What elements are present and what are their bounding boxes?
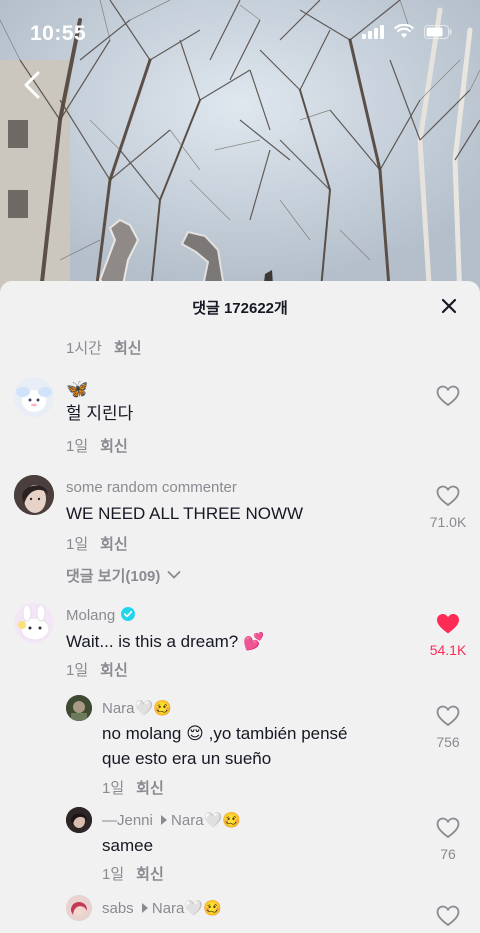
reply-username: sabs — [102, 900, 134, 917]
comment-meta: 1일 회신 — [66, 435, 128, 456]
like-button[interactable] — [418, 905, 478, 932]
comment-meta: 1일 회신 — [66, 533, 128, 554]
reply-text: no molang 😌 ,yo también pensé que esto e… — [102, 721, 402, 771]
comment-age: 1일 — [66, 438, 89, 455]
comment-text: Wait... is this a dream? — [66, 632, 239, 651]
avatar[interactable] — [66, 807, 92, 833]
like-count: 54.1K — [429, 642, 467, 658]
reply-item: Nara🤍🥴 no molang 😌 ,yo también pensé que… — [0, 695, 480, 805]
comment-username-row[interactable]: Molang — [66, 607, 136, 624]
reply-button[interactable]: 회신 — [136, 780, 164, 797]
avatar[interactable] — [66, 895, 92, 921]
comment-age: 1일 — [66, 536, 89, 553]
view-replies-button[interactable]: 댓글 보기(109) — [66, 565, 181, 586]
reply-username-row[interactable]: Nara🤍🥴 — [102, 699, 172, 717]
avatar-image — [66, 895, 92, 921]
reply-text-part: ,yo también pensé — [208, 724, 348, 743]
verified-badge-icon — [121, 607, 136, 621]
reply-username: Nara — [102, 700, 135, 717]
avatar-image — [66, 695, 92, 721]
comment-meta: 1일 회신 — [66, 659, 128, 680]
username-emoji: 🤍🥴 — [203, 812, 241, 829]
reply-username-row[interactable]: sabs Nara🤍🥴 — [102, 899, 222, 917]
comment-age: 1시간 — [66, 340, 102, 357]
like-button[interactable]: 756 — [418, 705, 478, 750]
wifi-icon — [394, 24, 414, 38]
battery-icon — [424, 24, 452, 39]
avatar-image — [66, 807, 92, 833]
comment-item: Molang Wait... is this a dream? 💕 1일 회신 5… — [0, 603, 480, 683]
avatar[interactable] — [66, 695, 92, 721]
reply-to-username: Nara — [151, 900, 185, 917]
like-button[interactable]: 76 — [418, 817, 478, 862]
previous-comment-meta: 1시간 회신 — [66, 337, 142, 358]
comment-text: WE NEED ALL THREE NOWW — [66, 504, 304, 523]
avatar[interactable] — [14, 475, 54, 515]
view-replies-label: 댓글 보기(109) — [66, 568, 161, 585]
two-hearts-emoji: 💕 — [243, 632, 265, 651]
comments-count-title: 댓글 172622개 — [192, 300, 288, 317]
avatar[interactable] — [14, 377, 54, 417]
avatar[interactable] — [14, 603, 54, 643]
avatar-image — [14, 603, 54, 643]
reply-item: —Jenni Nara🤍🥴 samee 1일 회신 76 — [0, 807, 480, 887]
reply-text-part: no molang — [102, 724, 182, 743]
chevron-down-icon — [167, 571, 180, 579]
comment-username[interactable]: 🦋 — [66, 379, 88, 400]
like-button[interactable] — [418, 385, 478, 412]
comment-username: Molang — [66, 607, 116, 624]
comment-username[interactable]: some random commenter — [66, 479, 237, 496]
reply-to-arrow-icon — [141, 903, 148, 913]
reply-item: sabs Nara🤍🥴 — [0, 895, 480, 933]
heart-outline-icon — [436, 817, 460, 839]
heart-outline-icon — [436, 905, 460, 927]
comment-text: 헐 지린다 — [66, 404, 134, 423]
back-arrow-icon[interactable] — [18, 70, 48, 100]
username-emoji: 🤍🥴 — [134, 700, 172, 717]
like-count: 76 — [440, 846, 456, 862]
heart-outline-icon — [436, 705, 460, 727]
reply-text-part: que esto era un sueño — [102, 749, 272, 768]
reply-button[interactable]: 회신 — [136, 866, 164, 883]
like-button[interactable]: 71.0K — [418, 485, 478, 530]
status-bar: 10:55 — [0, 0, 480, 70]
reply-text: samee — [102, 836, 154, 855]
username-emoji: 🤍🥴 — [184, 900, 222, 917]
heart-filled-icon — [437, 614, 459, 634]
reply-meta: 1일 회신 — [102, 777, 164, 798]
close-icon[interactable] — [440, 297, 458, 315]
reply-button[interactable]: 회신 — [100, 536, 128, 553]
comment-text-row: Wait... is this a dream? 💕 — [66, 629, 264, 654]
comment-age: 1일 — [66, 662, 89, 679]
reply-to-username: Nara — [171, 812, 204, 829]
reply-button[interactable]: 회신 — [100, 438, 128, 455]
signal-icon — [362, 24, 384, 39]
reply-meta: 1일 회신 — [102, 863, 164, 884]
like-button[interactable]: 54.1K — [418, 613, 478, 658]
status-icons — [362, 24, 452, 39]
status-time: 10:55 — [30, 22, 87, 45]
avatar-image — [14, 377, 54, 417]
comments-sheet: 댓글 172622개 1시간 회신 🦋 헐 지린다 1일 회신 some ran… — [0, 281, 480, 933]
heart-outline-icon — [436, 385, 460, 407]
reply-age: 1일 — [102, 866, 125, 883]
comment-item: some random commenter WE NEED ALL THREE … — [0, 475, 480, 585]
heart-outline-icon — [436, 485, 460, 507]
reply-button[interactable]: 회신 — [114, 340, 142, 357]
reply-age: 1일 — [102, 780, 125, 797]
comment-item: 🦋 헐 지린다 1일 회신 — [0, 375, 480, 465]
reply-username-row[interactable]: —Jenni Nara🤍🥴 — [102, 811, 241, 829]
like-count: 756 — [436, 734, 460, 750]
reply-username: —Jenni — [102, 812, 153, 829]
reply-button[interactable]: 회신 — [100, 662, 128, 679]
sheet-header: 댓글 172622개 — [0, 281, 480, 331]
relieved-face-emoji: 😌 — [186, 724, 204, 743]
like-count: 71.0K — [429, 514, 467, 530]
avatar-image — [14, 475, 54, 515]
reply-to-arrow-icon — [161, 815, 168, 825]
